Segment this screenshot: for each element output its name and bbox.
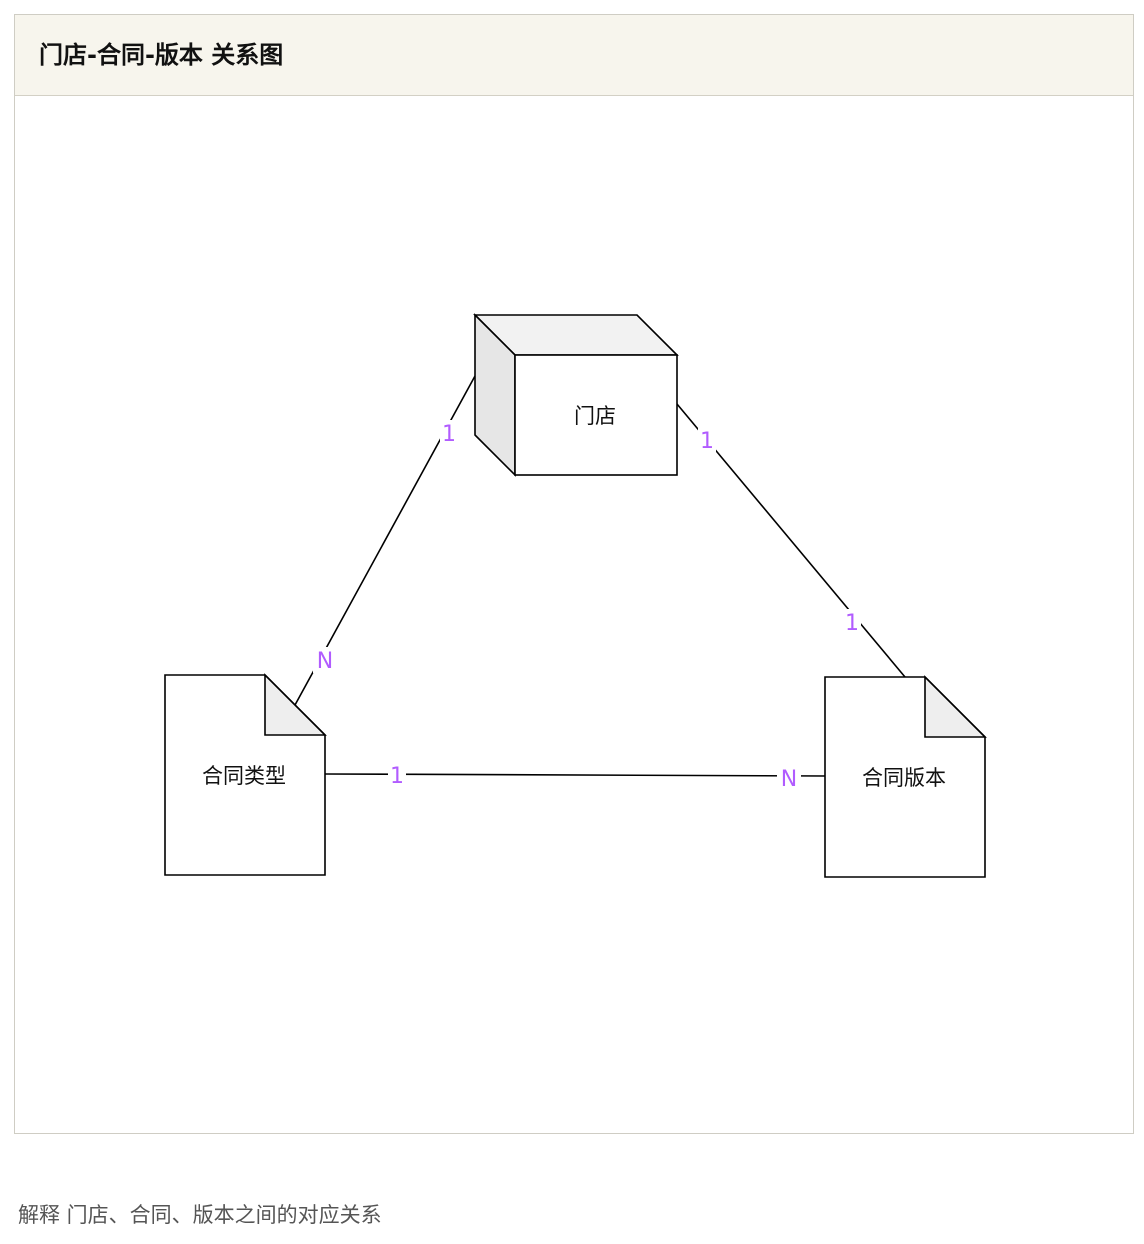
diagram-caption: 解释 门店、合同、版本之间的对应关系 (18, 1203, 382, 1227)
node-label-contract-version: 合同版本 (862, 766, 946, 790)
cardinality-label: 1 (390, 764, 404, 789)
cardinality-label: 1 (700, 429, 714, 454)
node-contract-type[interactable]: 合同类型 (164, 673, 327, 876)
cardinality-type-to-version: 1 (388, 762, 406, 789)
cardinality-version-to-store: 1 (843, 609, 861, 636)
cardinality-version-to-type: N (777, 765, 801, 792)
node-label-store: 门店 (574, 404, 616, 428)
node-label-contract-type: 合同类型 (202, 764, 286, 788)
document-fold (264, 673, 327, 736)
cardinality-label: N (317, 649, 333, 674)
relationship-diagram: 1 N 1 1 1 N 门店 合同类型 合同版本 (164, 313, 987, 878)
node-store[interactable]: 门店 (473, 313, 679, 477)
cardinality-type-to-store: N (313, 647, 337, 674)
document-fold (924, 675, 987, 738)
cardinality-store-to-type: 1 (440, 420, 458, 447)
cardinality-label: 1 (845, 611, 859, 636)
cardinality-label: 1 (442, 422, 456, 447)
cardinality-store-to-version: 1 (698, 427, 716, 454)
node-contract-version[interactable]: 合同版本 (824, 675, 987, 878)
cardinality-label: N (781, 767, 797, 792)
